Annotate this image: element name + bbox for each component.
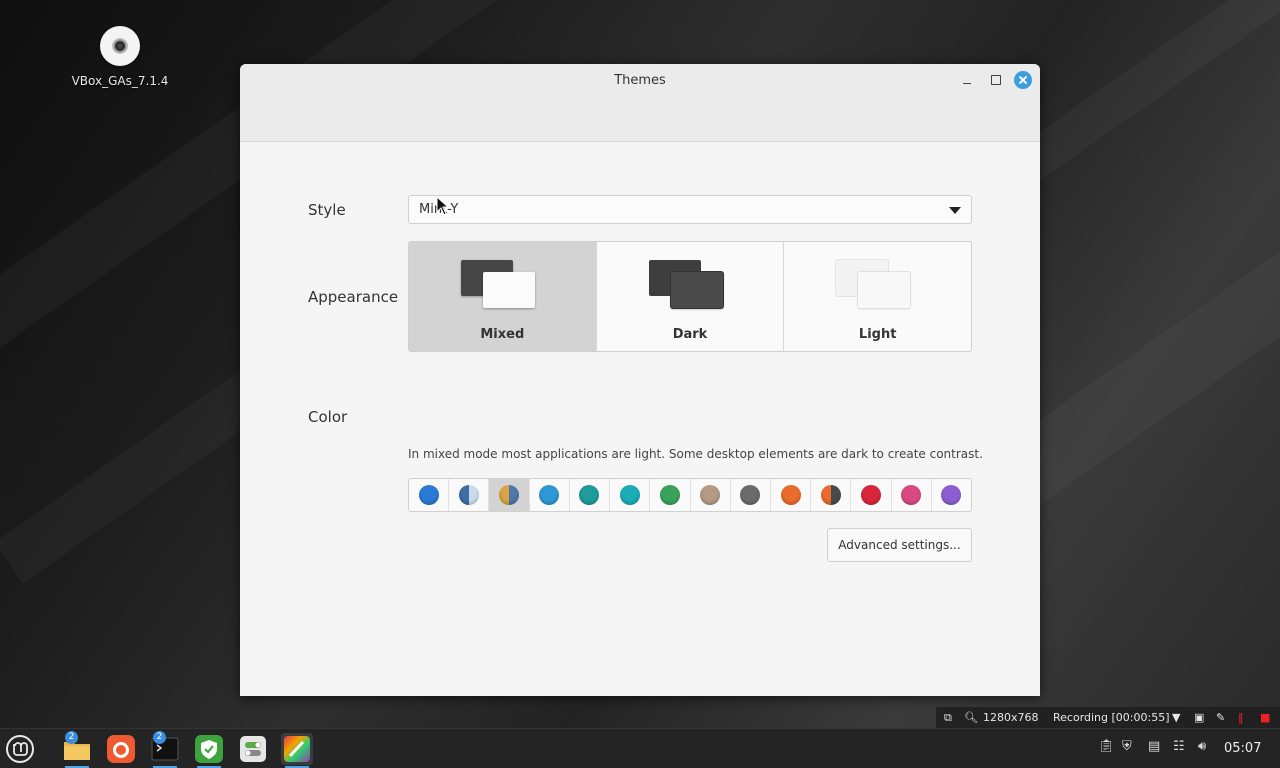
shield-tray-icon[interactable]: ⛨ bbox=[1122, 739, 1132, 754]
color-swatch-sky[interactable] bbox=[530, 479, 570, 511]
taskbar-settings[interactable] bbox=[237, 733, 269, 765]
color-swatch-green[interactable] bbox=[650, 479, 691, 511]
appearance-selector: Mixed Dark Light bbox=[408, 241, 972, 352]
appearance-option-label: Light bbox=[858, 327, 897, 342]
mint-logo-icon bbox=[6, 735, 34, 763]
desktop-icon-vbox[interactable]: VBox_GAs_7.1.4 bbox=[66, 26, 174, 88]
chevron-down-icon[interactable]: ▼ bbox=[1172, 711, 1180, 724]
recording-status: Recording [00:00:55] bbox=[1053, 711, 1170, 724]
firefox-icon bbox=[107, 735, 135, 763]
color-swatch-cyan[interactable] bbox=[610, 479, 651, 511]
taskbar-themes[interactable] bbox=[281, 733, 313, 768]
color-selector bbox=[408, 478, 972, 512]
color-swatch-red[interactable] bbox=[851, 479, 892, 511]
desktop-icon-label: VBox_GAs_7.1.4 bbox=[71, 74, 169, 88]
color-dot-icon bbox=[659, 485, 680, 505]
color-dot-icon bbox=[740, 485, 761, 505]
clock[interactable]: 05:07 bbox=[1224, 741, 1261, 756]
close-icon[interactable] bbox=[1014, 71, 1032, 89]
color-swatch-purple[interactable] bbox=[932, 479, 971, 511]
minimize-icon[interactable] bbox=[958, 71, 976, 89]
color-swatch-aqua-split[interactable] bbox=[449, 479, 490, 511]
taskbar-files[interactable]: 2 bbox=[61, 731, 93, 768]
color-swatch-sand-split[interactable] bbox=[489, 479, 530, 511]
color-dot-icon bbox=[941, 485, 962, 505]
appearance-option-dark[interactable]: Dark bbox=[597, 242, 785, 351]
style-dropdown[interactable]: Mint-Y bbox=[408, 195, 972, 224]
recording-bar: ⧉ 🔍︎ 1280x768 Recording [00:00:55] ▼ ▣ ✎… bbox=[936, 707, 1280, 728]
pause-icon[interactable]: ‖ bbox=[1238, 711, 1244, 724]
style-label: Style bbox=[308, 201, 346, 219]
volume-icon[interactable]: 🔊︎ bbox=[1198, 739, 1206, 754]
appearance-option-light[interactable]: Light bbox=[784, 242, 971, 351]
window-titlebar[interactable]: Themes bbox=[240, 64, 1040, 142]
paintbrush-icon bbox=[284, 736, 310, 762]
chevron-down-icon bbox=[949, 207, 961, 214]
color-dot-icon bbox=[820, 485, 841, 505]
appearance-label: Appearance bbox=[308, 288, 399, 306]
network-icon[interactable]: ☷ bbox=[1173, 739, 1185, 754]
recording-resolution: 1280x768 bbox=[983, 711, 1039, 724]
color-swatch-orange-split[interactable] bbox=[811, 479, 852, 511]
window-title: Themes bbox=[614, 73, 666, 88]
toggle-settings-icon bbox=[240, 736, 266, 762]
color-swatch-orange[interactable] bbox=[771, 479, 812, 511]
taskbar-terminal[interactable]: 2 bbox=[149, 731, 181, 768]
color-swatch-grey[interactable] bbox=[731, 479, 771, 511]
clipboard-icon[interactable]: 📋︎ bbox=[1098, 739, 1115, 754]
appearance-option-label: Dark bbox=[672, 327, 708, 342]
color-dot-icon bbox=[861, 485, 882, 505]
color-swatch-pink[interactable] bbox=[892, 479, 932, 511]
disc-icon bbox=[100, 26, 140, 66]
camera-icon[interactable]: ▣ bbox=[1194, 711, 1204, 724]
notes-icon[interactable]: ▤ bbox=[1148, 739, 1160, 754]
color-label: Color bbox=[308, 408, 348, 426]
color-dot-icon bbox=[780, 485, 801, 505]
color-dot-icon bbox=[418, 485, 439, 505]
taskbar-update-manager[interactable] bbox=[193, 733, 225, 768]
color-dot-icon bbox=[539, 485, 560, 505]
color-swatch-blue[interactable] bbox=[409, 479, 450, 511]
themes-window: Themes Style Mint-Y Appearance Mixed Dar… bbox=[240, 64, 1040, 696]
shield-icon bbox=[195, 735, 223, 763]
stop-icon[interactable]: ■ bbox=[1260, 711, 1270, 724]
color-dot-icon bbox=[901, 485, 922, 505]
appearance-hint: In mixed mode most applications are ligh… bbox=[408, 447, 983, 461]
files-badge: 2 bbox=[65, 731, 78, 744]
mouse-cursor-icon bbox=[436, 196, 450, 216]
appearance-option-mixed[interactable]: Mixed bbox=[409, 242, 597, 351]
zoom-icon[interactable]: 🔍︎ bbox=[964, 711, 978, 724]
color-swatch-tan[interactable] bbox=[691, 479, 731, 511]
color-dot-icon bbox=[499, 485, 520, 505]
light-preview-icon bbox=[836, 260, 912, 308]
advanced-settings-button[interactable]: Advanced settings... bbox=[827, 528, 972, 562]
terminal-badge: 2 bbox=[153, 731, 166, 744]
mixed-preview-icon bbox=[461, 260, 537, 308]
pen-icon[interactable]: ✎ bbox=[1216, 711, 1225, 724]
taskbar: 2 2 📋︎ ⛨ ▤ ☷ 🔊︎ 05:07 bbox=[0, 728, 1280, 768]
taskbar-firefox[interactable] bbox=[105, 733, 137, 765]
color-dot-icon bbox=[579, 485, 600, 505]
window-icon[interactable]: ⧉ bbox=[944, 711, 952, 725]
maximize-icon[interactable] bbox=[986, 71, 1004, 89]
mint-menu-button[interactable] bbox=[4, 733, 36, 765]
dark-preview-icon bbox=[648, 260, 725, 308]
color-swatch-teal[interactable] bbox=[570, 479, 611, 511]
appearance-option-label: Mixed bbox=[480, 327, 525, 342]
color-dot-icon bbox=[700, 485, 721, 505]
color-dot-icon bbox=[458, 485, 479, 505]
color-dot-icon bbox=[619, 485, 640, 505]
